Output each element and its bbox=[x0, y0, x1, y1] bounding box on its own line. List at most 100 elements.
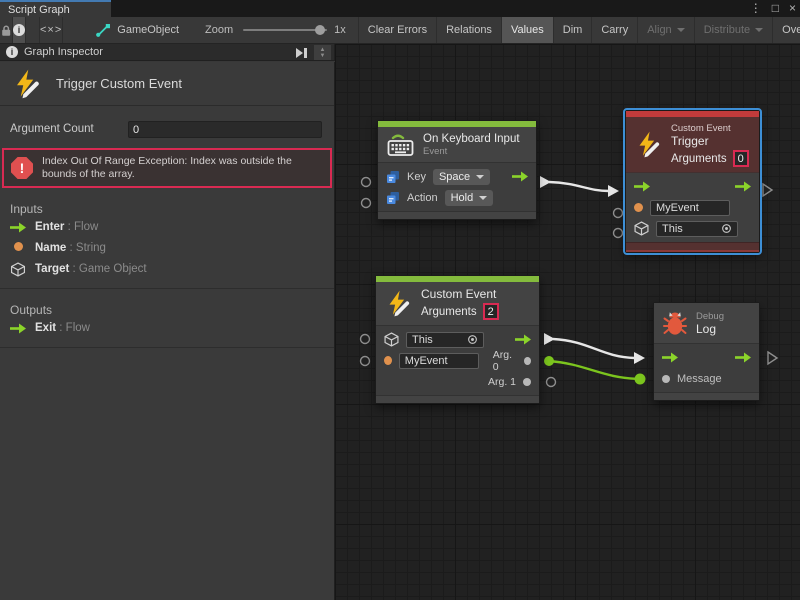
gameobject-cube-icon bbox=[10, 262, 26, 277]
code-view-button[interactable]: <×> bbox=[39, 17, 63, 43]
inputs-section-heading: Inputs bbox=[10, 202, 334, 216]
message-port[interactable] bbox=[662, 375, 670, 383]
tab-script-graph[interactable]: Script Graph bbox=[0, 0, 111, 17]
input-row-name: Name : String bbox=[0, 238, 334, 258]
gameobject-cube-icon[interactable] bbox=[384, 332, 399, 347]
node-subtitle: Debug bbox=[696, 311, 724, 322]
outputs-section-heading: Outputs bbox=[10, 303, 334, 317]
port-trigger-target-input bbox=[614, 229, 623, 238]
chevron-down-icon bbox=[755, 28, 763, 32]
overview-button[interactable]: Overview bbox=[772, 17, 800, 43]
clear-errors-button[interactable]: Clear Errors bbox=[358, 17, 436, 43]
graph-inspector-panel: Trigger Custom Event Argument Count ! In… bbox=[0, 62, 335, 600]
lock-icon bbox=[0, 24, 12, 37]
flow-port-icon bbox=[10, 222, 26, 233]
object-picker-icon[interactable] bbox=[467, 334, 478, 345]
flow-output-port[interactable] bbox=[735, 352, 751, 363]
argument-count-field[interactable] bbox=[128, 121, 322, 138]
node-trigger-custom-event[interactable]: Custom Event Trigger Arguments 0 bbox=[625, 110, 760, 253]
close-icon[interactable]: × bbox=[789, 0, 796, 17]
error-message-box: ! Index Out Of Range Exception: Index wa… bbox=[2, 148, 332, 188]
wire-endpoint bbox=[544, 333, 555, 345]
wire-endpoint bbox=[540, 176, 551, 188]
info-icon: i bbox=[6, 46, 18, 58]
info-icon: i bbox=[13, 24, 25, 36]
output-row-exit: Exit : Flow bbox=[0, 318, 334, 338]
wire-endpoint bbox=[544, 356, 554, 366]
chevron-down-icon bbox=[476, 175, 484, 179]
inspector-toggle-button[interactable]: i bbox=[13, 17, 26, 43]
relations-toggle[interactable]: Relations bbox=[436, 17, 501, 43]
key-dropdown[interactable]: Space bbox=[433, 169, 490, 185]
action-dropdown[interactable]: Hold bbox=[445, 190, 494, 206]
unity-visual-scripting-window: Script Graph ⋮ □ × i <×> GameOb bbox=[0, 0, 800, 600]
carry-toggle[interactable]: Carry bbox=[591, 17, 637, 43]
event-name-field[interactable] bbox=[650, 200, 730, 216]
node-kind: Custom Event bbox=[671, 123, 749, 134]
chevron-down-icon bbox=[479, 196, 487, 200]
dock-panel-icon[interactable] bbox=[296, 47, 310, 58]
distribute-dropdown[interactable]: Distribute bbox=[694, 17, 772, 43]
port-event-target-input bbox=[361, 335, 370, 344]
input-row-enter: Enter : Flow bbox=[0, 217, 334, 237]
arguments-label: Arguments bbox=[421, 306, 477, 318]
lock-button[interactable] bbox=[0, 17, 13, 43]
kebab-menu-icon[interactable]: ⋮ bbox=[750, 0, 762, 17]
node-title: On Keyboard Input bbox=[423, 133, 520, 145]
error-message-text: Index Out Of Range Exception: Index was … bbox=[42, 155, 322, 181]
chevron-down-icon bbox=[677, 28, 685, 32]
flow-input-port[interactable] bbox=[634, 181, 650, 192]
string-port-icon[interactable] bbox=[384, 356, 392, 365]
flow-wire bbox=[553, 339, 635, 358]
flow-input-port[interactable] bbox=[662, 352, 678, 363]
wire-endpoint bbox=[608, 185, 619, 197]
port-action-input bbox=[362, 199, 371, 208]
port-arg1-output bbox=[547, 378, 556, 387]
arguments-count-badge[interactable]: 2 bbox=[483, 303, 499, 320]
align-dropdown[interactable]: Align bbox=[637, 17, 693, 43]
keycode-icon bbox=[386, 191, 400, 205]
bug-icon bbox=[663, 310, 687, 336]
zoom-slider-knob[interactable] bbox=[315, 25, 325, 35]
arg0-label: Arg. 0 bbox=[493, 349, 517, 373]
port-key-input bbox=[362, 178, 371, 187]
gameobject-reference[interactable]: GameObject bbox=[95, 17, 179, 43]
arg1-port[interactable] bbox=[523, 378, 531, 386]
event-name-field[interactable] bbox=[399, 353, 479, 369]
node-on-keyboard-input[interactable]: On Keyboard Input Event Key Space bbox=[377, 120, 537, 220]
panel-scroll-spinner[interactable]: ▲▼ bbox=[314, 45, 331, 60]
maximize-icon[interactable]: □ bbox=[772, 0, 779, 17]
arg0-port[interactable] bbox=[524, 357, 531, 365]
flow-output-port[interactable] bbox=[512, 171, 528, 182]
node-custom-event[interactable]: Custom Event Arguments 2 This bbox=[375, 275, 540, 404]
inspector-node-title: Trigger Custom Event bbox=[56, 76, 182, 91]
node-debug-log[interactable]: Debug Log Message bbox=[653, 302, 760, 401]
graph-toolbar: i <×> GameObject Zoom 1x Clear Errors Re… bbox=[0, 17, 800, 44]
flow-port-icon bbox=[10, 323, 26, 334]
node-footer bbox=[654, 392, 759, 400]
target-object-field[interactable]: This bbox=[406, 332, 484, 348]
graph-canvas[interactable]: On Keyboard Input Event Key Space bbox=[335, 44, 800, 600]
zoom-slider[interactable] bbox=[243, 29, 327, 31]
node-title: Trigger bbox=[671, 134, 749, 148]
key-label: Key bbox=[407, 171, 426, 183]
wire-endpoint bbox=[634, 352, 645, 364]
gameobject-cube-icon[interactable] bbox=[634, 221, 649, 236]
custom-event-icon bbox=[385, 290, 412, 317]
gameobject-label: GameObject bbox=[117, 24, 179, 36]
target-object-field[interactable]: This bbox=[656, 221, 738, 237]
zoom-value: 1x bbox=[334, 24, 346, 36]
string-port-icon bbox=[14, 242, 23, 251]
port-log-exit-output bbox=[768, 352, 777, 364]
string-port-icon[interactable] bbox=[634, 203, 643, 212]
input-row-target: Target : Game Object bbox=[0, 259, 334, 279]
object-picker-icon[interactable] bbox=[721, 223, 732, 234]
flow-output-port[interactable] bbox=[515, 334, 531, 345]
arguments-count-badge[interactable]: 0 bbox=[733, 150, 749, 167]
custom-event-icon bbox=[12, 69, 42, 99]
values-toggle[interactable]: Values bbox=[501, 17, 553, 43]
flow-output-port[interactable] bbox=[735, 181, 751, 192]
node-subtitle: Event bbox=[423, 146, 520, 157]
dim-toggle[interactable]: Dim bbox=[553, 17, 592, 43]
keyboard-input-icon bbox=[387, 132, 414, 157]
